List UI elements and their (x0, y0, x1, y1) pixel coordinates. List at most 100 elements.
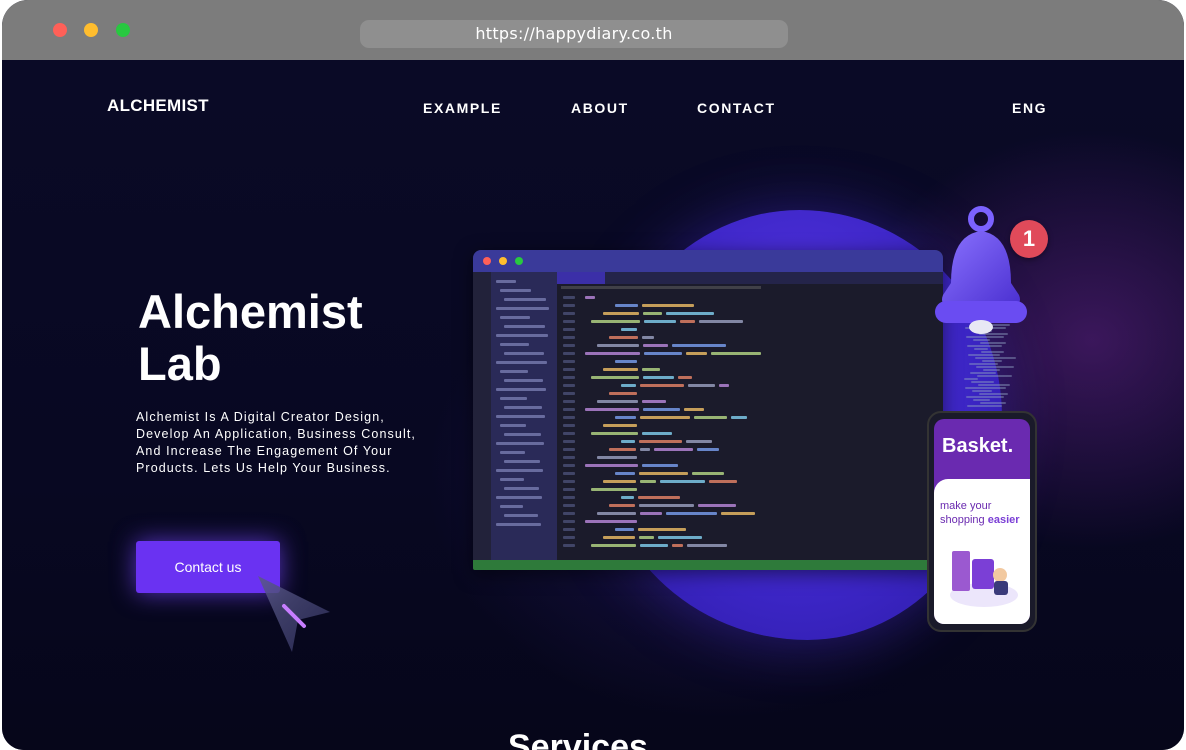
code-line-segment (591, 432, 638, 435)
line-number-mark (563, 496, 575, 499)
line-number-mark (563, 336, 575, 339)
services-heading: Services (508, 728, 648, 750)
code-line-segment (643, 344, 668, 347)
line-number-mark (563, 432, 575, 435)
phone-screen: Basket. make your shopping easier (934, 419, 1030, 624)
minimap-line (975, 357, 1016, 359)
code-line-segment (597, 400, 638, 403)
code-line-segment (666, 512, 717, 515)
code-line-segment (692, 472, 724, 475)
code-line-segment (640, 512, 662, 515)
minimap-line (980, 402, 1006, 404)
editor-zoom-dot (515, 257, 523, 265)
code-line-segment (686, 352, 707, 355)
language-switch[interactable]: ENG (1012, 100, 1047, 116)
minimap-line (976, 366, 1014, 368)
code-line-segment (688, 384, 715, 387)
shopping-illustration-icon (950, 551, 1018, 607)
code-line-segment (694, 416, 727, 419)
code-line-segment (615, 416, 636, 419)
line-number-mark (563, 384, 575, 387)
notification-bell-icon (935, 206, 1027, 334)
line-number-mark (563, 424, 575, 427)
line-number-mark (563, 352, 575, 355)
line-number-mark (563, 344, 575, 347)
editor-titlebar (473, 250, 943, 272)
code-line-segment (640, 480, 656, 483)
line-number-mark (563, 400, 575, 403)
code-line-segment (672, 344, 726, 347)
code-line-segment (603, 536, 635, 539)
minimap-line (964, 378, 978, 380)
code-line-segment (731, 416, 747, 419)
editor-close-dot (483, 257, 491, 265)
browser-window: https://happydiary.co.th ALCHEMIST EXAMP… (2, 0, 1184, 750)
nav-item-example[interactable]: EXAMPLE (423, 100, 502, 116)
minimap-line (970, 372, 996, 374)
explorer-file-entry (504, 433, 541, 436)
code-line-segment (640, 384, 684, 387)
site-logo[interactable]: ALCHEMIST (107, 96, 209, 116)
hero-title-line-1: Alchemist (138, 285, 363, 338)
notification-count-badge: 1 (1010, 220, 1048, 258)
minimize-window-button[interactable] (84, 23, 98, 37)
code-line-segment (643, 408, 680, 411)
editor-minimize-dot (499, 257, 507, 265)
editor-status-bar (473, 560, 943, 570)
line-number-mark (563, 488, 575, 491)
code-line-segment (687, 544, 727, 547)
code-line-segment (609, 336, 638, 339)
minimap-line (982, 360, 1002, 362)
explorer-file-entry (496, 334, 548, 337)
explorer-file-entry (496, 442, 544, 445)
editor-tabs (557, 272, 943, 284)
minimap-line (980, 342, 1006, 344)
explorer-file-entry (500, 451, 525, 454)
code-line-segment (642, 400, 666, 403)
line-number-mark (563, 544, 575, 547)
code-line-segment (643, 312, 662, 315)
line-number-mark (563, 328, 575, 331)
explorer-file-entry (500, 289, 531, 292)
phone-tagline-part-b: easier (987, 514, 1020, 526)
minimap-line (971, 381, 994, 383)
minimap-line (983, 369, 1000, 371)
line-number-mark (563, 296, 575, 299)
code-line-segment (678, 376, 692, 379)
code-line-segment (621, 384, 636, 387)
explorer-file-entry (496, 307, 549, 310)
minimap-line (974, 348, 988, 350)
phone-mockup: Basket. make your shopping easier (927, 411, 1037, 632)
line-number-mark (563, 536, 575, 539)
minimap-line (967, 405, 1002, 407)
minimap-line (967, 345, 1002, 347)
nav-item-about[interactable]: ABOUT (571, 100, 629, 116)
hero-title: Alchemist Lab (138, 286, 468, 390)
code-line-segment (585, 352, 640, 355)
explorer-file-entry (500, 505, 523, 508)
code-line-segment (642, 464, 678, 467)
nav-item-contact[interactable]: CONTACT (697, 100, 776, 116)
editor-breadcrumb (561, 286, 761, 289)
address-bar[interactable]: https://happydiary.co.th (360, 20, 788, 48)
minimap-line (977, 375, 1012, 377)
explorer-file-entry (500, 424, 526, 427)
line-number-mark (563, 480, 575, 483)
minimap-line (972, 390, 992, 392)
code-line-segment (615, 528, 634, 531)
code-line-segment (621, 440, 635, 443)
explorer-file-entry (496, 361, 547, 364)
minimap-line (973, 399, 990, 401)
code-line-segment (644, 320, 676, 323)
code-line-segment (642, 432, 672, 435)
code-line-segment (585, 408, 639, 411)
code-line-segment (699, 320, 743, 323)
explorer-file-entry (496, 523, 541, 526)
explorer-file-entry (504, 298, 546, 301)
code-line-segment (642, 368, 660, 371)
explorer-file-entry (496, 280, 516, 283)
close-window-button[interactable] (53, 23, 67, 37)
code-line-segment (658, 536, 702, 539)
zoom-window-button[interactable] (116, 23, 130, 37)
code-line-segment (609, 392, 637, 395)
